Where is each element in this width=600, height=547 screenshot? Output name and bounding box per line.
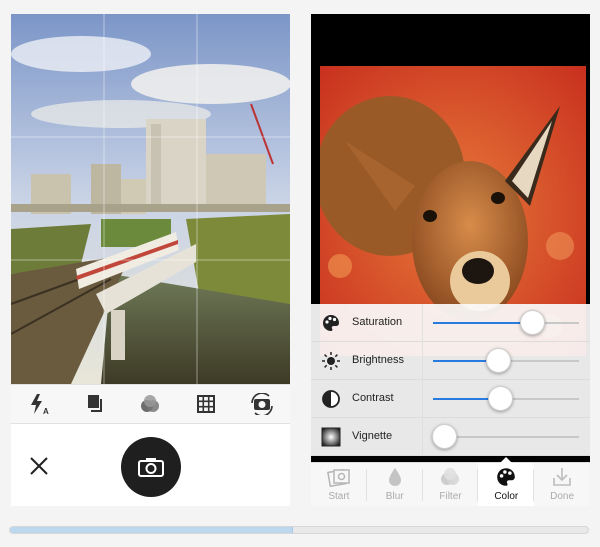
row-divider	[422, 418, 423, 456]
row-divider	[422, 380, 423, 418]
page-progress-bar[interactable]	[9, 526, 589, 534]
slider-fill	[433, 322, 533, 324]
tab-label: Blur	[385, 491, 404, 502]
camera-screen: A	[11, 14, 290, 506]
palette-icon	[321, 313, 341, 333]
adjust-row-vignette: Vignette	[311, 418, 590, 456]
contrast-slider[interactable]	[433, 386, 579, 411]
active-tab-indicator	[500, 457, 513, 463]
row-divider	[422, 342, 423, 380]
tab-done[interactable]: Done	[534, 463, 590, 506]
tab-color[interactable]: Color	[478, 457, 535, 506]
contrast-label: Contrast	[352, 392, 394, 404]
progress-fill	[10, 527, 294, 533]
grid-icon[interactable]	[193, 391, 219, 417]
row-divider	[422, 304, 423, 342]
adjust-row-saturation: Saturation	[311, 304, 590, 342]
shutter-button[interactable]	[121, 437, 181, 497]
palette-icon	[494, 465, 518, 489]
tab-filter[interactable]: Filter	[423, 463, 479, 506]
filter-circles-icon[interactable]	[137, 391, 163, 417]
vignette-slider[interactable]	[432, 424, 579, 449]
tab-label: Start	[328, 491, 350, 502]
switch-camera-icon[interactable]	[249, 391, 275, 417]
adjust-row-brightness: Brightness	[311, 342, 590, 380]
slider-thumb[interactable]	[486, 348, 512, 373]
close-icon[interactable]	[27, 454, 51, 478]
saturation-label: Saturation	[352, 316, 403, 328]
flash-auto-icon[interactable]: A	[26, 391, 52, 417]
tab-blur[interactable]: Blur	[367, 463, 423, 506]
vignette-icon	[321, 427, 341, 447]
editor-tabbar: Start Blur Filter Color Done	[311, 457, 590, 506]
tab-label: Color	[494, 491, 519, 502]
editor-screen: Saturation Brightness Contrast Vignette …	[311, 14, 590, 506]
camera-viewfinder[interactable]	[11, 14, 290, 384]
tab-start[interactable]: Start	[311, 463, 367, 506]
tab-label: Done	[550, 491, 575, 502]
screenshot-stage: A Saturation Brightness Contrast Vignett…	[0, 0, 600, 547]
tab-label: Filter	[439, 491, 462, 502]
photos-icon	[326, 465, 351, 489]
camera-controls	[11, 424, 290, 506]
viewfinder-image	[11, 14, 290, 384]
sun-icon	[321, 351, 341, 371]
vignette-label: Vignette	[352, 430, 393, 442]
slider-thumb[interactable]	[487, 386, 513, 411]
contrast-icon	[321, 389, 341, 409]
slider-thumb[interactable]	[432, 424, 458, 449]
brightness-slider[interactable]	[433, 348, 579, 373]
download-icon	[550, 465, 574, 489]
saturation-slider[interactable]	[433, 310, 579, 335]
adjustment-panel: Saturation Brightness Contrast Vignette	[311, 304, 590, 456]
brightness-label: Brightness	[352, 354, 404, 366]
filter-circles-icon	[438, 465, 462, 489]
adjust-row-contrast: Contrast	[311, 380, 590, 418]
camera-icon	[138, 458, 164, 477]
slider-thumb[interactable]	[519, 310, 545, 335]
camera-toolbar: A	[11, 384, 290, 424]
drop-icon	[383, 465, 407, 489]
crop-icon[interactable]	[82, 391, 108, 417]
flash-mode-label: A	[43, 407, 49, 415]
